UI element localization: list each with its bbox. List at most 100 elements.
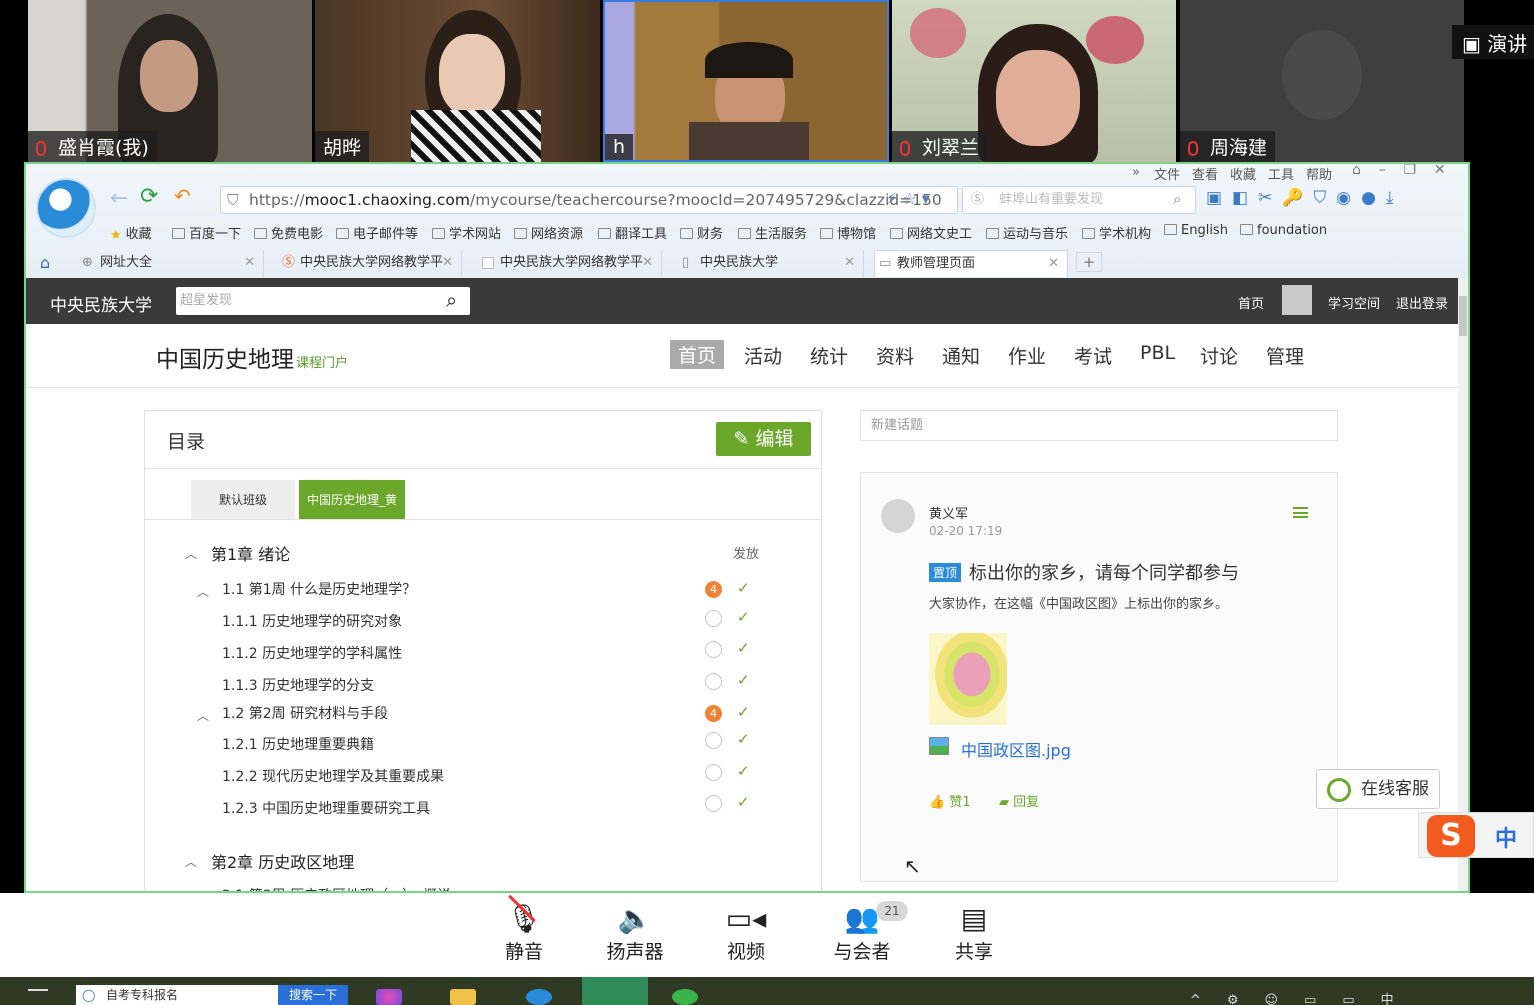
collapse-icon[interactable]: ︿: [197, 583, 209, 600]
tab-close-icon[interactable]: ✕: [244, 250, 255, 276]
subsection-row[interactable]: 1.1.2 历史地理学的学科属性: [222, 643, 402, 663]
link-home[interactable]: 首页: [1238, 293, 1264, 312]
nav-materials[interactable]: 资料: [876, 342, 914, 369]
nav-notice[interactable]: 通知: [942, 342, 980, 369]
menu-favorites[interactable]: 收藏: [1230, 164, 1256, 183]
menu-expand-icon[interactable]: »: [1132, 165, 1140, 180]
bookmark-1[interactable]: 百度一下: [172, 223, 241, 242]
nav-discussion[interactable]: 讨论: [1200, 342, 1238, 369]
site-brand[interactable]: 中央民族大学: [50, 291, 152, 316]
nav-pbl[interactable]: PBL: [1140, 342, 1175, 364]
refresh-icon[interactable]: ⟳: [140, 184, 158, 209]
tab-4-active[interactable]: ▭ 教师管理页面 ✕: [874, 250, 1068, 277]
active-app-icon[interactable]: [582, 977, 648, 1005]
tab-close-icon[interactable]: ✕: [844, 250, 855, 276]
site-search-input[interactable]: 超星发现: [176, 287, 470, 315]
back-icon[interactable]: ←: [110, 186, 128, 211]
tab-3[interactable]: ▯ 中央民族大学 ✕: [678, 250, 864, 277]
bookmark-2[interactable]: 免费电影: [254, 223, 323, 242]
avatar[interactable]: [1282, 285, 1312, 315]
bookmark-3[interactable]: 电子邮件等: [336, 223, 418, 242]
ime-mode[interactable]: 中: [1495, 821, 1517, 853]
menu-view[interactable]: 查看: [1192, 164, 1218, 183]
subsection-row[interactable]: 1.2.1 历史地理重要典籍: [222, 734, 374, 754]
class-tab-active[interactable]: 中国历史地理_黄: [299, 480, 405, 520]
bookmark-12[interactable]: 学术机构: [1082, 223, 1151, 242]
ime-toolbar[interactable]: S 中: [1418, 812, 1534, 858]
tab-close-icon[interactable]: ✕: [442, 250, 453, 276]
video-tile-5[interactable]: 周海建: [1180, 0, 1464, 162]
subsection-row[interactable]: 1.1.3 历史地理学的分支: [222, 675, 374, 695]
check-icon[interactable]: ✓: [737, 730, 750, 748]
tab-0[interactable]: ⊕ 网址大全 ✕: [78, 250, 264, 277]
video-button[interactable]: ▭◂ 视频: [696, 893, 796, 964]
tab-2[interactable]: 中央民族大学网络教学平 ✕: [478, 250, 662, 277]
collapse-icon[interactable]: ︿: [185, 545, 197, 562]
presenter-view-toggle[interactable]: ▣ 演讲: [1452, 25, 1534, 59]
app-icon-1[interactable]: [376, 989, 402, 1005]
wechat-icon[interactable]: [672, 989, 698, 1005]
browser-search-input[interactable]: Ⓢ 蚌埠山有重要发现 ⌕: [962, 186, 1196, 214]
nav-exam[interactable]: 考试: [1074, 342, 1112, 369]
nav-home[interactable]: 首页: [670, 340, 725, 369]
subsection-row[interactable]: 1.2.3 中国历史地理重要研究工具: [222, 798, 430, 818]
edit-button[interactable]: ✎ 编辑: [716, 422, 811, 456]
video-tile-4[interactable]: 刘翠兰: [892, 0, 1176, 162]
bookmark-10[interactable]: 网络文史工: [890, 223, 972, 242]
video-tile-3[interactable]: h: [603, 0, 889, 162]
bookmark-14[interactable]: foundation: [1240, 223, 1327, 238]
link-logout[interactable]: 退出登录: [1396, 293, 1448, 312]
bookmark-4[interactable]: 学术网站: [432, 223, 501, 242]
check-icon[interactable]: ✓: [737, 608, 750, 626]
post-title[interactable]: 置顶 标出你的家乡，请每个同学都参与: [929, 559, 1239, 585]
section-row[interactable]: 1.2 第2周 研究材料与手段: [222, 703, 388, 723]
tab-close-icon[interactable]: ✕: [1048, 251, 1059, 277]
menu-file[interactable]: 文件: [1154, 164, 1180, 183]
nav-homework[interactable]: 作业: [1008, 342, 1046, 369]
bookmark-8[interactable]: 生活服务: [738, 223, 807, 242]
check-icon[interactable]: ✓: [737, 703, 750, 721]
chapter-row[interactable]: 第1章 绪论: [211, 541, 290, 565]
page-scrollbar[interactable]: [1458, 278, 1468, 891]
task-view-icon[interactable]: [28, 989, 48, 1005]
bookmark-star-icon[interactable]: ⚡ ☆ ▾: [886, 189, 930, 208]
video-tile-2[interactable]: 胡晔: [315, 0, 600, 162]
section-row[interactable]: 1.1 第1周 什么是历史地理学？: [222, 579, 416, 599]
bookmark-13[interactable]: English: [1164, 223, 1228, 238]
speaker-button[interactable]: 🔈 扬声器: [585, 893, 685, 964]
tab-1[interactable]: Ⓢ 中央民族大学网络教学平 ✕: [278, 250, 462, 277]
nav-activity[interactable]: 活动: [744, 342, 782, 369]
collapse-icon[interactable]: ︿: [185, 853, 197, 870]
bookmark-0[interactable]: 收藏: [110, 223, 152, 243]
subsection-row[interactable]: 1.2.2 现代历史地理学及其重要成果: [222, 766, 444, 786]
taskbar-search-button[interactable]: 搜索一下: [278, 985, 348, 1005]
menu-icon[interactable]: [1293, 507, 1308, 518]
menu-tools[interactable]: 工具: [1268, 164, 1294, 183]
subsection-row[interactable]: 1.1.1 历史地理学的研究对象: [222, 611, 402, 631]
new-topic-input[interactable]: 新建话题: [860, 410, 1338, 441]
address-bar[interactable]: ⛉ https://mooc1.chaoxing.com/mycourse/te…: [220, 186, 958, 214]
like-button[interactable]: 👍 赞1: [929, 791, 971, 810]
nav-manage[interactable]: 管理: [1266, 342, 1304, 369]
post-author[interactable]: 黄义军: [929, 503, 968, 522]
link-study-space[interactable]: 学习空间: [1328, 293, 1380, 312]
nav-stats[interactable]: 统计: [810, 342, 848, 369]
search-icon[interactable]: ⌕: [1173, 187, 1181, 212]
online-service-button[interactable]: 在线客服: [1316, 769, 1440, 809]
bookmark-11[interactable]: 运动与音乐: [986, 223, 1068, 242]
scrollbar-thumb[interactable]: [1459, 296, 1467, 336]
check-icon[interactable]: ✓: [737, 671, 750, 689]
undo-icon[interactable]: ↶: [174, 184, 191, 208]
reply-button[interactable]: ▰ 回复: [999, 791, 1039, 810]
collapse-icon[interactable]: ︿: [197, 707, 209, 724]
bookmark-5[interactable]: 网络资源: [514, 223, 583, 242]
edge-icon[interactable]: [526, 989, 552, 1005]
attachment-link[interactable]: 中国政区图.jpg: [961, 737, 1071, 761]
map-thumbnail[interactable]: [929, 633, 1007, 725]
class-tab-default[interactable]: 默认班级: [191, 480, 295, 520]
window-controls[interactable]: ⌂ – ❐ ✕: [1352, 164, 1446, 178]
check-icon[interactable]: ✓: [737, 793, 750, 811]
home-icon[interactable]: ⌂: [40, 253, 50, 272]
mute-button[interactable]: 🎙 静音: [474, 893, 574, 964]
system-tray-icons[interactable]: ^⚙☺▭▭中: [1190, 989, 1420, 1005]
